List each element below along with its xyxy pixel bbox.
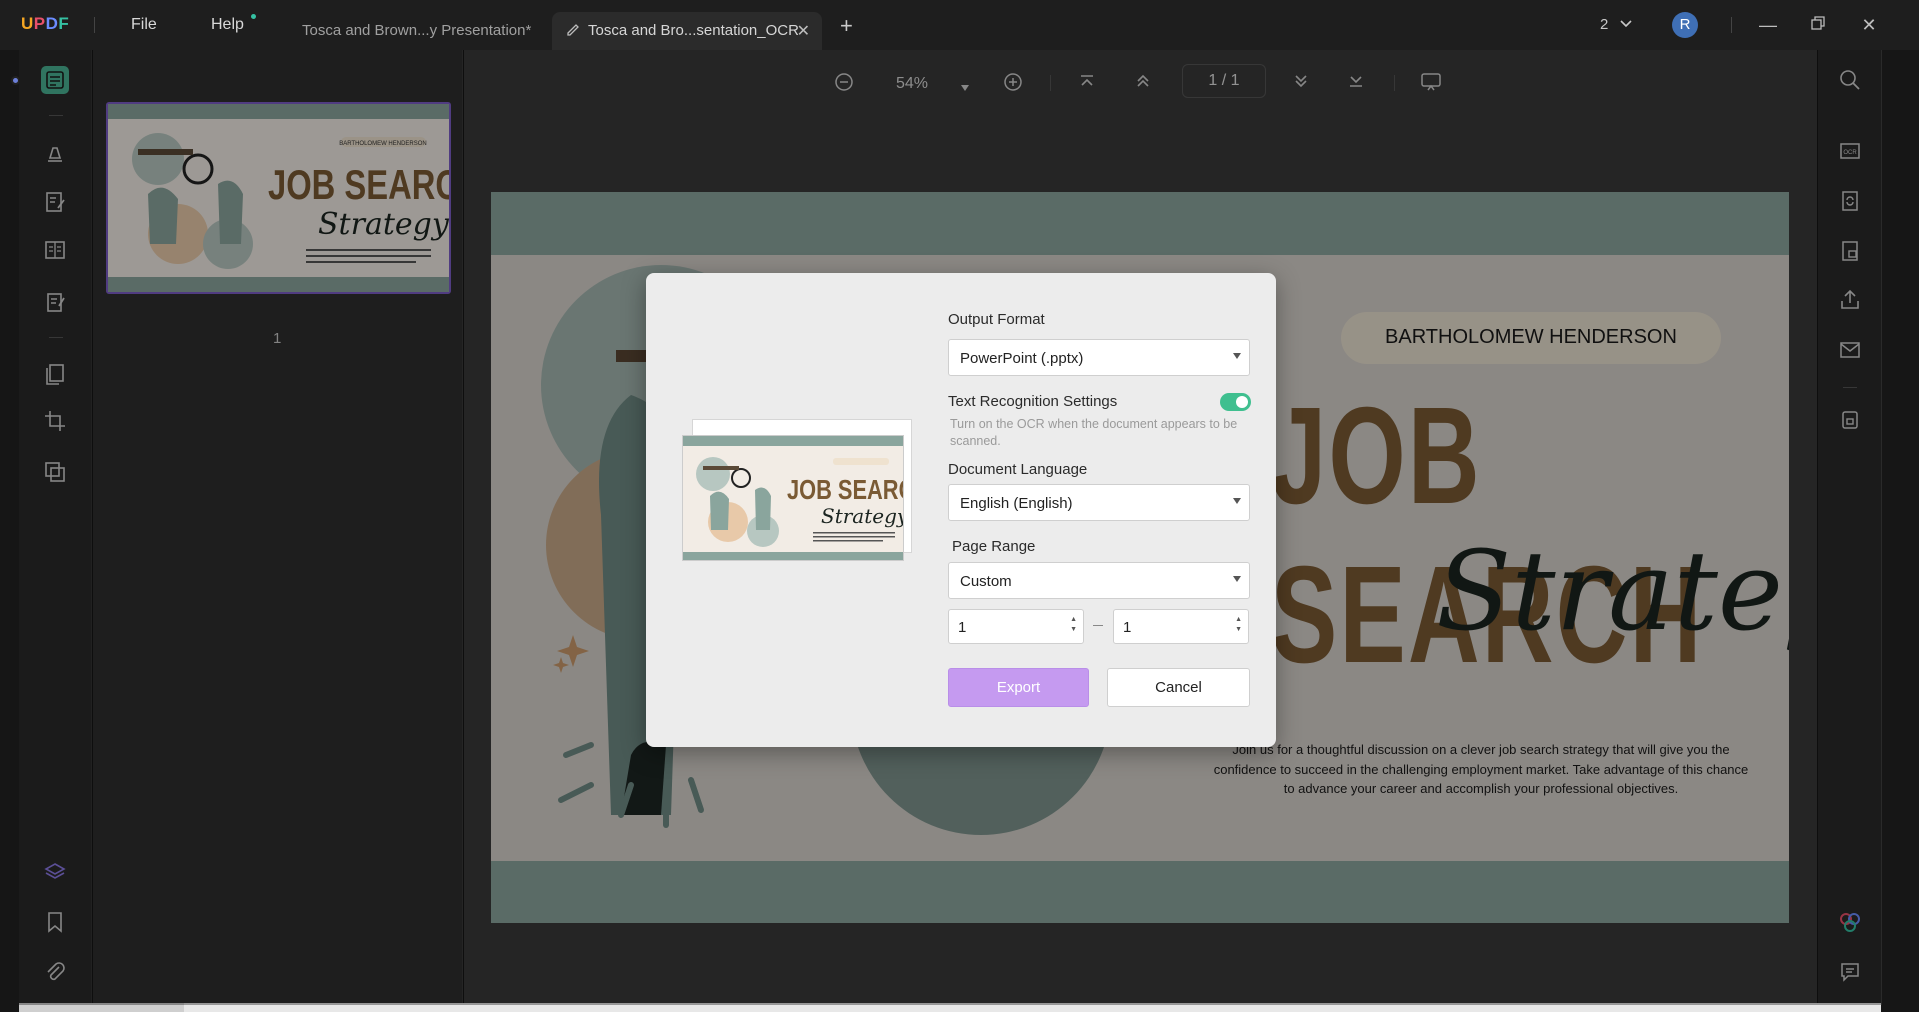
document-language-label: Document Language bbox=[948, 461, 1088, 478]
page-range-label: Page Range bbox=[952, 538, 1036, 555]
stepper-arrows-icon[interactable]: ▲ ▼ bbox=[1070, 615, 1077, 635]
ocr-hint: Turn on the OCR when the document appear… bbox=[950, 417, 1238, 448]
svg-text:JOB SEARCH: JOB SEARCH bbox=[787, 474, 904, 505]
chevron-down-icon bbox=[1619, 20, 1632, 28]
window-count-dropdown[interactable]: 2 bbox=[1600, 16, 1633, 33]
preview-front-page: JOB SEARCH Strategy bbox=[682, 435, 904, 561]
range-from-stepper[interactable]: 1 ▲ ▼ bbox=[948, 609, 1084, 644]
avatar[interactable]: R bbox=[1672, 12, 1698, 38]
stepper-arrows-icon[interactable]: ▲ ▼ bbox=[1235, 615, 1242, 635]
add-tab-icon[interactable]: + bbox=[840, 13, 853, 39]
close-window-icon[interactable]: ✕ bbox=[1856, 12, 1882, 38]
tab-label: Tosca and Bro...sentation_OCR bbox=[588, 22, 799, 39]
export-preview: JOB SEARCH Strategy bbox=[682, 419, 912, 565]
menu-file[interactable]: File bbox=[131, 16, 157, 34]
minimize-icon[interactable]: — bbox=[1755, 12, 1781, 38]
dropdown-caret-icon bbox=[1233, 353, 1241, 359]
tab-document-1[interactable]: Tosca and Brown...y Presentation* bbox=[285, 12, 545, 50]
app-logo: UPDF bbox=[21, 14, 70, 33]
range-separator bbox=[1093, 625, 1103, 626]
tab-label: Tosca and Brown...y Presentation* bbox=[302, 22, 532, 39]
export-button[interactable]: Export bbox=[948, 668, 1089, 707]
divider bbox=[94, 17, 95, 33]
ocr-settings-label: Text Recognition Settings bbox=[948, 393, 1118, 410]
output-format-select[interactable]: PowerPoint (.pptx) bbox=[948, 339, 1250, 376]
divider bbox=[1731, 17, 1732, 33]
dropdown-caret-icon bbox=[1233, 576, 1241, 582]
range-to-stepper[interactable]: 1 ▲ ▼ bbox=[1113, 609, 1249, 644]
menu-help[interactable]: Help bbox=[211, 16, 244, 34]
preview-slide-image: JOB SEARCH Strategy bbox=[683, 436, 904, 560]
restore-icon[interactable] bbox=[1805, 12, 1831, 38]
export-dialog: JOB SEARCH Strategy Output Format PowerP… bbox=[646, 273, 1276, 747]
page-range-select[interactable]: Custom bbox=[948, 562, 1250, 599]
help-notification-dot bbox=[251, 14, 256, 19]
tab-document-2[interactable]: Tosca and Bro...sentation_OCR ✕ bbox=[552, 12, 822, 50]
svg-text:Strategy: Strategy bbox=[821, 504, 904, 528]
dropdown-caret-icon bbox=[1233, 498, 1241, 504]
ocr-toggle[interactable] bbox=[1220, 393, 1251, 411]
toggle-knob bbox=[1236, 396, 1248, 408]
close-tab-icon[interactable]: ✕ bbox=[797, 21, 810, 41]
edit-pencil-icon bbox=[566, 22, 581, 41]
document-language-select[interactable]: English (English) bbox=[948, 484, 1250, 521]
output-format-label: Output Format bbox=[948, 311, 1045, 328]
title-bar: UPDF File Help Tosca and Brown...y Prese… bbox=[0, 0, 1919, 50]
cancel-button[interactable]: Cancel bbox=[1107, 668, 1250, 707]
